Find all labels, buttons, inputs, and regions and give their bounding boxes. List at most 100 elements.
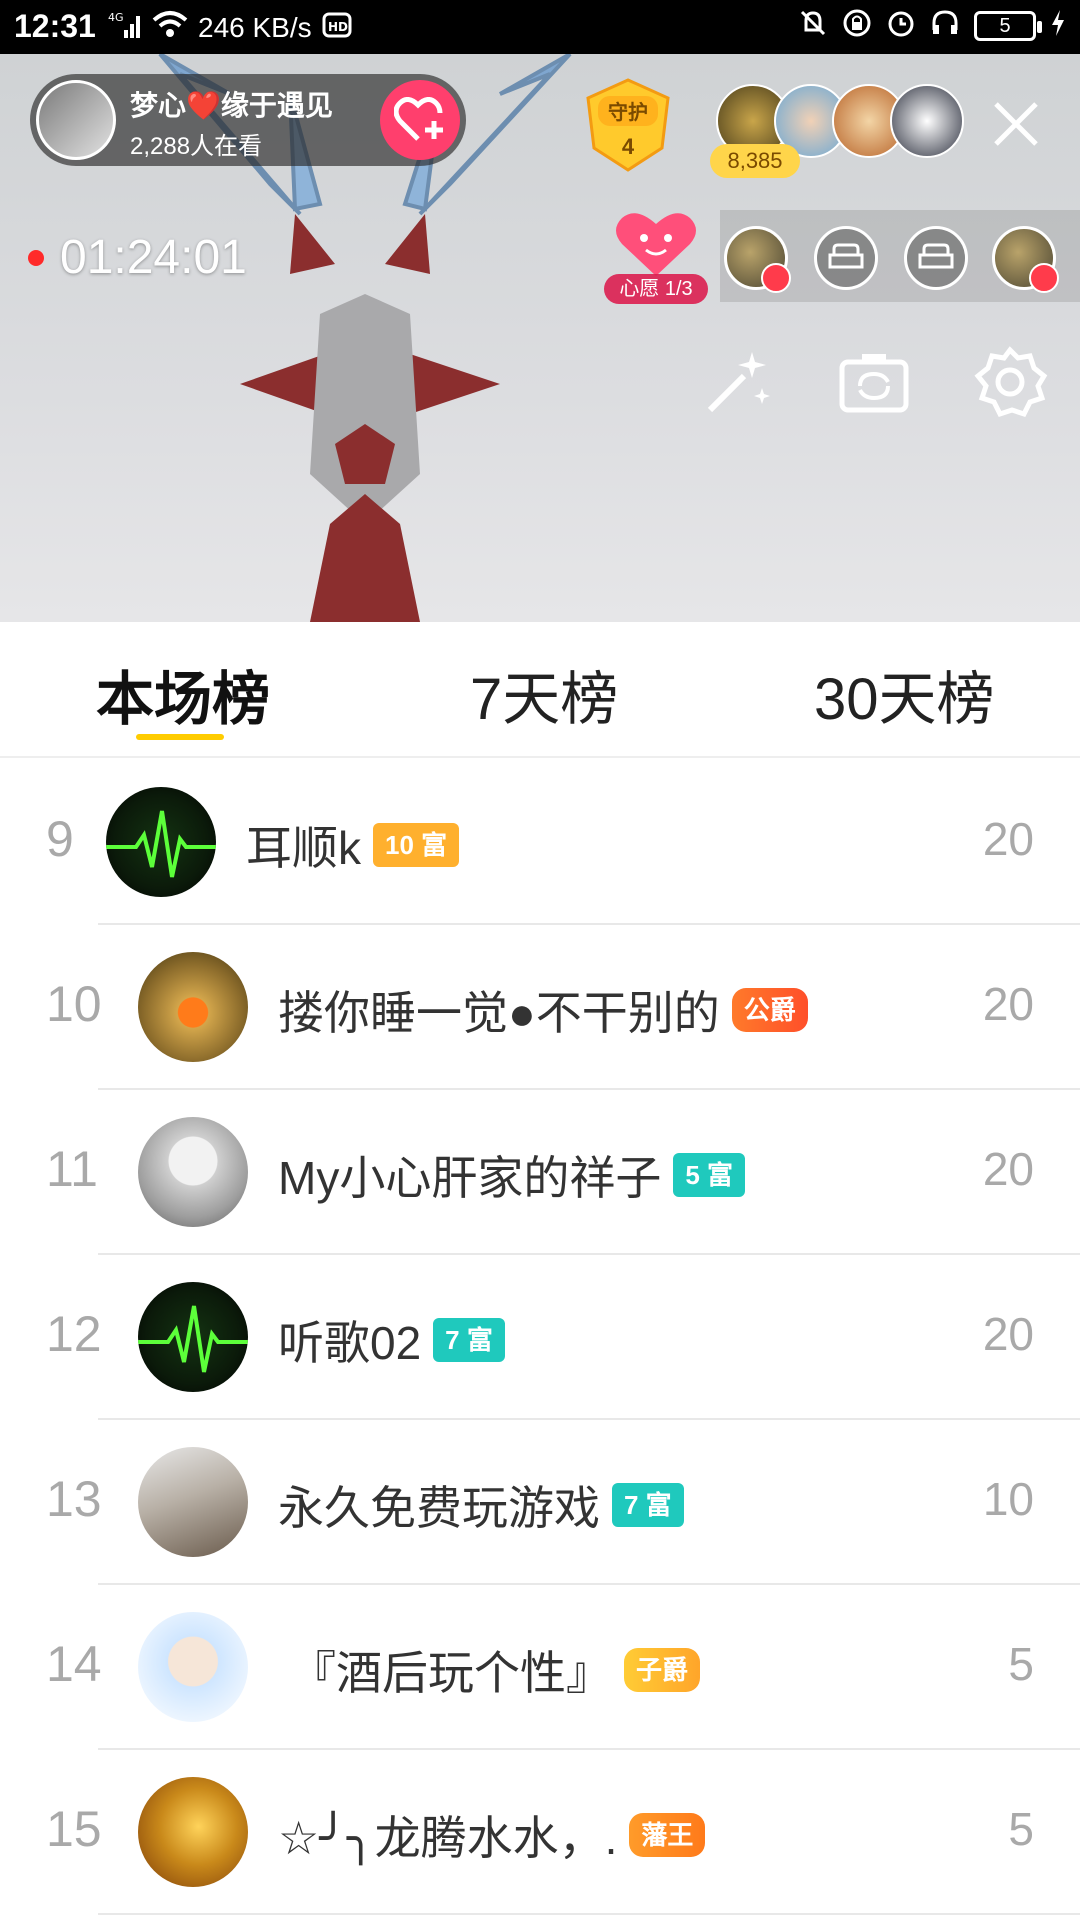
rank-number: 10 [46,976,102,1032]
status-bar: 12:31 4G 246 KB/s HD 5 [0,0,1080,54]
user-name: 耳顺k [246,822,361,874]
rank-number: 9 [46,811,74,867]
audience-avatar[interactable] [890,84,964,158]
user-name: ☆╯╮龙腾水水，. [278,1812,618,1864]
timer-text: 01:24:01 [60,231,247,284]
seat-occupied[interactable] [992,226,1059,293]
noble-badge: 公爵 [731,988,808,1032]
noble-badge: 子爵 [624,1648,701,1692]
avatar[interactable] [138,1282,248,1392]
seat-occupied[interactable] [724,226,791,293]
mute-icon [798,8,828,43]
anchor-avatar[interactable] [36,80,116,160]
list-item[interactable]: 11 My小心肝家的祥子 5 富 20 [0,1090,1080,1255]
heart-wish-icon [616,213,696,276]
divider [98,1913,1080,1915]
seat-empty[interactable] [814,226,878,290]
contribution-score: 20 [982,978,1034,1030]
heartbeat-icon [138,1305,248,1373]
switch-camera-button[interactable] [836,344,912,420]
alarm-icon [886,8,916,43]
camera-switch-icon [839,354,909,413]
avatar[interactable] [138,1447,248,1557]
contribution-score: 5 [1008,1803,1034,1855]
hd-icon: HD [322,10,352,45]
rank-number: 11 [46,1141,98,1197]
wifi-icon [152,10,188,45]
gear-icon [974,346,1048,418]
user-name: 『酒后玩个性』 [290,1647,612,1699]
tab-30-days[interactable]: 30天榜 [814,652,995,736]
tab-7-days[interactable]: 7天榜 [470,652,618,736]
ranking-tabs: 本场榜 7天榜 30天榜 [0,622,1080,758]
sofa-badge-icon [761,263,791,293]
recording-dot-icon [28,249,44,266]
heart-plus-icon [394,97,443,141]
avatar[interactable] [106,787,216,897]
wealth-badge: 7 富 [612,1483,684,1527]
user-name: 听歌02 [278,1317,422,1369]
sofa-badge-icon [1029,263,1059,293]
avatar[interactable] [138,1612,248,1722]
guard-count: 4 [621,134,635,159]
live-timer: 01:24:01 [28,230,247,285]
lock-icon [842,8,872,43]
guard-badge[interactable]: 守护 4 [582,78,674,174]
magic-wand-icon [707,352,770,413]
noble-badge: 藩王 [629,1813,706,1857]
wish-progress: 心愿 1/3 [604,274,708,304]
list-item[interactable]: 15 ☆╯╮龙腾水水，. 藩王 5 [0,1750,1080,1915]
contribution-score: 5 [1008,1638,1034,1690]
avatar[interactable] [138,1117,248,1227]
user-name: My小心肝家的祥子 [278,1152,662,1204]
avatar[interactable] [138,1777,248,1887]
rank-number: 13 [46,1471,102,1527]
close-button[interactable] [986,94,1046,154]
battery-icon: 5 [974,10,1042,41]
svg-text:4G: 4G [108,11,124,24]
mic-seats [720,210,1080,302]
signal-icon: 4G [108,10,142,45]
ranking-list: 9 耳顺k 10 富 20 10 搂你睡一觉●不干别的 公爵 20 11 My小… [0,760,1080,1915]
audience-count: 8,385 [710,144,800,178]
svg-text:HD: HD [328,20,348,34]
live-video[interactable]: 梦心❤️缘于遇见 2,288人在看 守护 4 8,385 01:24:01 心愿… [0,54,1080,622]
active-tab-indicator [136,734,224,740]
beauty-button[interactable] [700,344,776,420]
avatar[interactable] [138,952,248,1062]
tab-current-session[interactable]: 本场榜 [96,652,270,736]
list-item[interactable]: 12 听歌02 7 富 20 [0,1255,1080,1420]
list-item[interactable]: 14 『酒后玩个性』 子爵 5 [0,1585,1080,1750]
sofa-icon [828,243,864,269]
wish-button[interactable]: 心愿 1/3 [604,206,708,306]
user-name: 永久免费玩游戏 [278,1482,600,1534]
viewer-count: 2,288人在看 [130,133,263,160]
rank-number: 12 [46,1306,102,1362]
user-name: 搂你睡一觉●不干别的 [278,987,720,1039]
rank-number: 14 [46,1636,102,1692]
charging-icon [1050,8,1066,43]
rank-number: 15 [46,1801,102,1857]
sofa-icon [918,243,954,269]
seat-empty[interactable] [904,226,968,290]
headphones-icon [930,8,960,43]
close-icon [994,102,1038,146]
contribution-score: 20 [982,813,1034,865]
wealth-badge: 7 富 [433,1318,505,1362]
list-item[interactable]: 9 耳顺k 10 富 20 [0,760,1080,925]
wealth-badge: 5 富 [673,1153,746,1197]
network-speed: 246 KB/s [198,11,312,43]
contribution-score: 20 [982,1143,1034,1195]
contribution-score: 10 [982,1473,1034,1525]
contribution-score: 20 [982,1308,1034,1360]
settings-button[interactable] [972,344,1048,420]
wealth-badge: 10 富 [373,823,460,867]
list-item[interactable]: 10 搂你睡一觉●不干别的 公爵 20 [0,925,1080,1090]
list-item[interactable]: 13 永久免费玩游戏 7 富 10 [0,1420,1080,1585]
anchor-name: 梦心❤️缘于遇见 [130,90,333,121]
heartbeat-icon [106,810,216,878]
status-time: 12:31 [14,8,96,44]
guard-label: 守护 [608,102,648,124]
anchor-card[interactable]: 梦心❤️缘于遇见 2,288人在看 [30,74,466,166]
follow-button[interactable] [380,80,460,160]
